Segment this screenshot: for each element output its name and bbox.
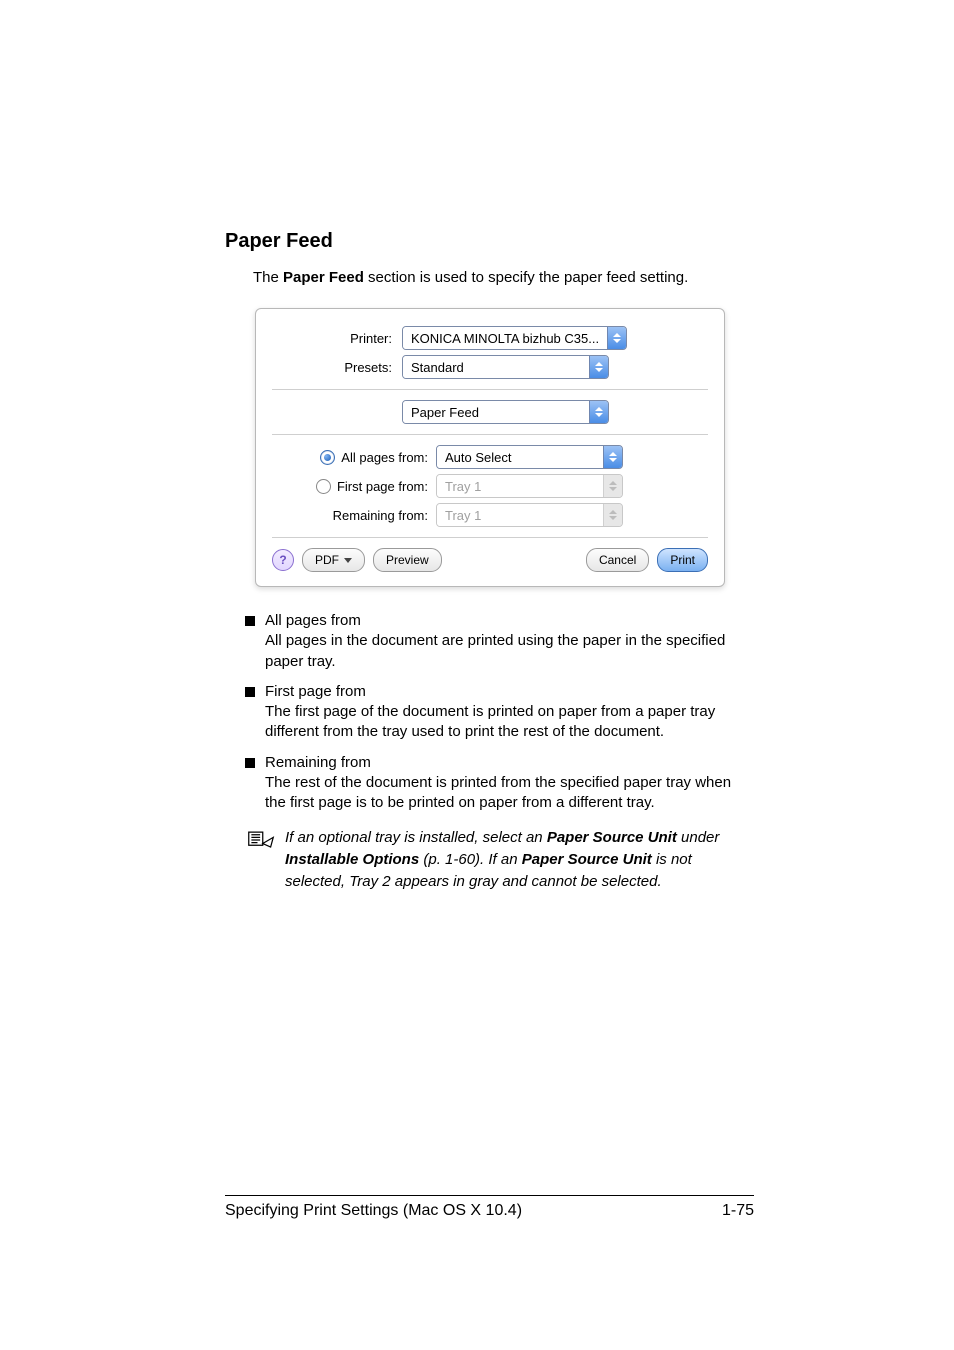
note-seg: under [677, 829, 720, 846]
intro-post: section is used to specify the paper fee… [364, 269, 688, 286]
remaining-select: Tray 1 [436, 503, 623, 527]
intro-pre: The [253, 269, 283, 286]
presets-select[interactable]: Standard [402, 355, 609, 379]
list-item: Remaining from The rest of the document … [245, 753, 754, 814]
intro-bold: Paper Feed [283, 269, 364, 286]
list-item: All pages from All pages in the document… [245, 611, 754, 672]
section-select-value: Paper Feed [403, 401, 589, 423]
updown-icon [589, 356, 608, 378]
footer-right: 1-75 [722, 1202, 754, 1220]
list-item: First page from The first page of the do… [245, 682, 754, 743]
list-item-title: Remaining from [265, 753, 754, 773]
note-text: If an optional tray is installed, select… [285, 827, 754, 892]
bullet-icon [245, 687, 255, 697]
footer-left: Specifying Print Settings (Mac OS X 10.4… [225, 1202, 522, 1220]
all-pages-select[interactable]: Auto Select [436, 445, 623, 469]
updown-icon [603, 475, 622, 497]
note-icon [247, 829, 275, 892]
remaining-select-value: Tray 1 [437, 504, 603, 526]
list-item-title: First page from [265, 682, 754, 702]
bullet-icon [245, 616, 255, 626]
updown-icon [603, 504, 622, 526]
printer-select[interactable]: KONICA MINOLTA bizhub C35... [402, 326, 627, 350]
note-bold: Installable Options [285, 851, 419, 868]
print-dialog: Printer: KONICA MINOLTA bizhub C35... Pr… [255, 308, 725, 587]
page-footer: Specifying Print Settings (Mac OS X 10.4… [225, 1195, 754, 1220]
list-item-desc: All pages in the document are printed us… [265, 631, 754, 672]
note-bold: Paper Source Unit [522, 851, 652, 868]
printer-select-value: KONICA MINOLTA bizhub C35... [403, 327, 607, 349]
cancel-button[interactable]: Cancel [586, 548, 649, 572]
list-item-title: All pages from [265, 611, 754, 631]
list-item-desc: The rest of the document is printed from… [265, 773, 754, 814]
all-pages-label: All pages from: [341, 450, 428, 465]
note-bold: Paper Source Unit [547, 829, 677, 846]
first-page-select: Tray 1 [436, 474, 623, 498]
updown-icon [607, 327, 626, 349]
pdf-button[interactable]: PDF [302, 548, 365, 572]
updown-icon [603, 446, 622, 468]
divider [272, 537, 708, 538]
note: If an optional tray is installed, select… [247, 827, 754, 892]
remaining-label: Remaining from: [333, 508, 428, 523]
all-pages-select-value: Auto Select [437, 446, 603, 468]
printer-label: Printer: [272, 331, 402, 346]
section-select[interactable]: Paper Feed [402, 400, 609, 424]
updown-icon [589, 401, 608, 423]
presets-label: Presets: [272, 360, 402, 375]
section-heading: Paper Feed [225, 230, 754, 253]
option-description-list: All pages from All pages in the document… [245, 611, 754, 813]
note-seg: If an optional tray is installed, select… [285, 829, 547, 846]
presets-select-value: Standard [403, 356, 589, 378]
divider [272, 389, 708, 390]
first-page-select-value: Tray 1 [437, 475, 603, 497]
list-item-desc: The first page of the document is printe… [265, 702, 754, 743]
print-button[interactable]: Print [657, 548, 708, 572]
help-button[interactable]: ? [272, 549, 294, 571]
divider [272, 434, 708, 435]
pdf-button-label: PDF [315, 553, 339, 567]
intro-text: The Paper Feed section is used to specif… [253, 269, 754, 286]
all-pages-radio[interactable] [320, 450, 335, 465]
first-page-label: First page from: [337, 479, 428, 494]
bullet-icon [245, 758, 255, 768]
first-page-radio[interactable] [316, 479, 331, 494]
note-seg: (p. 1-60). If an [419, 851, 522, 868]
preview-button[interactable]: Preview [373, 548, 442, 572]
